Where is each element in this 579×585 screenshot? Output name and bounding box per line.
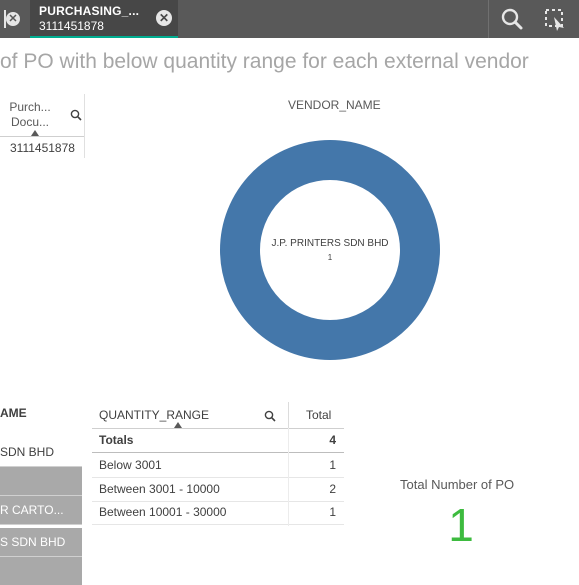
kpi-label: Total Number of PO: [400, 477, 515, 492]
donut-chart[interactable]: [220, 140, 440, 360]
totals-label: Totals: [99, 433, 134, 447]
table-row[interactable]: Between 10001 - 30000 1: [92, 501, 344, 525]
column-header-total[interactable]: Total: [306, 408, 331, 422]
selection-tool-icon[interactable]: [540, 6, 570, 32]
header-line: Docu...: [10, 115, 49, 129]
filter-header[interactable]: AME: [0, 406, 27, 420]
list-item[interactable]: [0, 557, 82, 585]
table-row[interactable]: Between 3001 - 10000 2: [92, 478, 344, 502]
total-cell: 1: [329, 505, 336, 519]
sheet-title: of PO with below quantity range for each…: [0, 50, 529, 73]
selection-chip-purchasing-document[interactable]: PURCHASING_... 3111451878 ✕: [30, 0, 178, 38]
list-item[interactable]: R CARTO...: [0, 496, 82, 524]
clear-selection-icon[interactable]: ✕: [156, 10, 172, 26]
sort-ascending-icon[interactable]: [31, 130, 39, 136]
total-cell: 2: [329, 482, 336, 496]
purchasing-document-table[interactable]: Purch... Docu... 3111451878: [0, 94, 85, 158]
search-icon[interactable]: [496, 6, 528, 32]
table-header[interactable]: Purch... Docu...: [0, 94, 84, 137]
list-item[interactable]: S SDN BHD: [0, 528, 82, 556]
totals-row: Totals 4: [92, 429, 344, 453]
divider: [0, 524, 82, 525]
toolbar-divider: [488, 0, 489, 38]
quantity-range-table[interactable]: QUANTITY_RANGE Total Totals 4 Below 3001…: [92, 402, 344, 526]
list-item[interactable]: [0, 467, 82, 495]
table-header: QUANTITY_RANGE Total: [92, 402, 344, 429]
column-header-purchasing-document[interactable]: Purch... Docu...: [4, 100, 56, 130]
range-cell[interactable]: Below 3001: [99, 458, 162, 472]
total-cell: 1: [329, 458, 336, 472]
donut-center-label: J.P. PRINTERS SDN BHD: [271, 238, 389, 249]
selection-field-name: PURCHASING_...: [39, 4, 140, 18]
totals-value: 4: [329, 433, 336, 447]
table-row[interactable]: Below 3001 1: [92, 454, 344, 478]
table-cell[interactable]: 3111451878: [10, 141, 84, 155]
range-cell[interactable]: Between 10001 - 30000: [99, 505, 226, 519]
range-cell[interactable]: Between 3001 - 10000: [99, 482, 220, 496]
donut-slice-jp-printers[interactable]: [220, 140, 440, 360]
column-header-quantity-range[interactable]: QUANTITY_RANGE: [99, 408, 209, 422]
selections-bar: ✕ PURCHASING_... 3111451878 ✕: [0, 0, 579, 38]
chart-dimension-label: VENDOR_NAME: [288, 98, 381, 112]
search-icon[interactable]: [264, 409, 276, 427]
donut-center-value: 1: [327, 253, 333, 262]
kpi-value: 1: [448, 499, 474, 551]
clear-selection-icon[interactable]: ✕: [6, 12, 20, 26]
sort-ascending-icon[interactable]: [174, 422, 182, 428]
column-divider: [288, 402, 289, 428]
column-divider: [288, 428, 289, 526]
header-line: Purch...: [9, 100, 51, 114]
previous-selection-chip[interactable]: ✕: [0, 0, 28, 38]
search-icon[interactable]: [70, 108, 82, 126]
list-item[interactable]: SDN BHD: [0, 438, 82, 466]
selection-field-value: 3111451878: [39, 19, 104, 33]
